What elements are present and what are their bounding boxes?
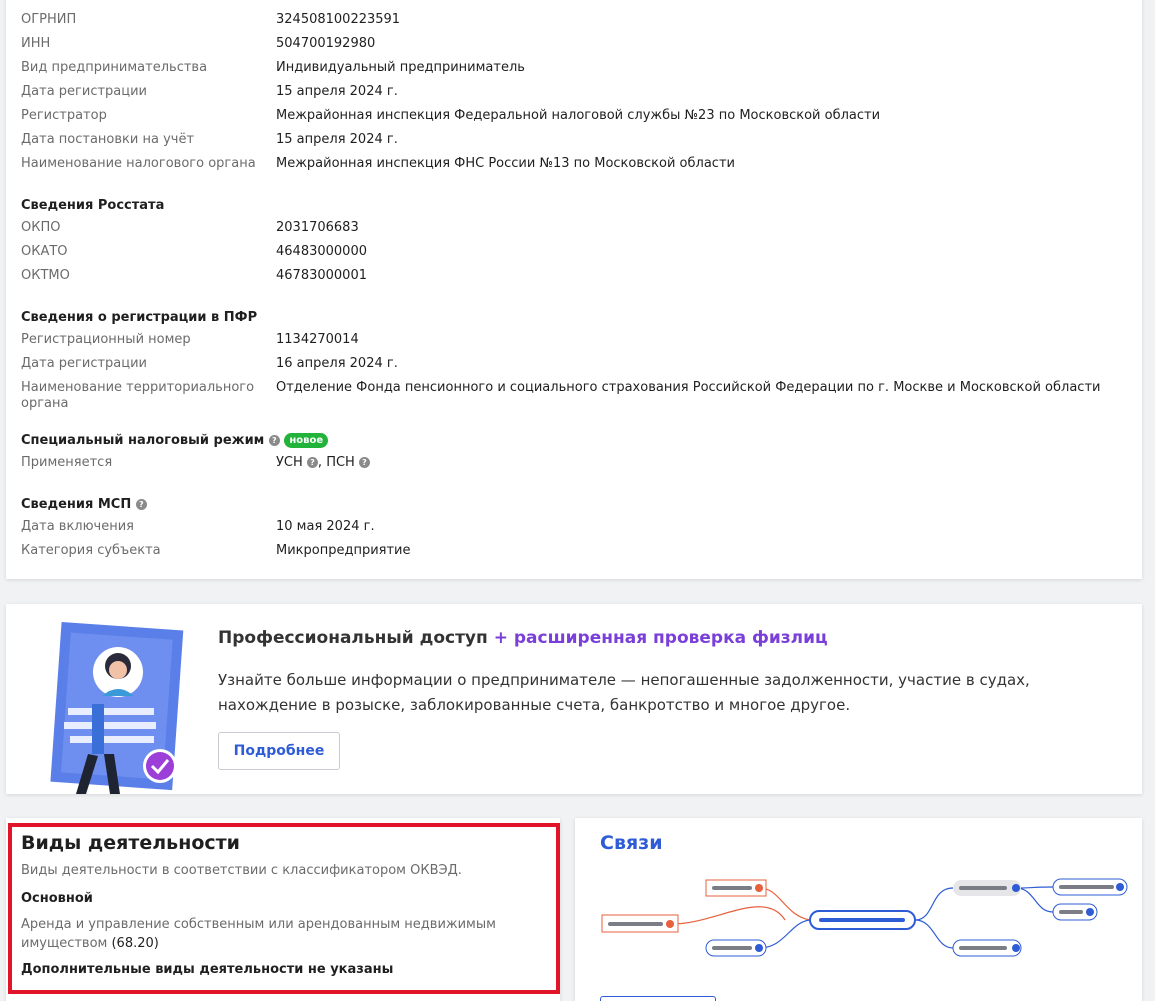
field-label: ОКАТО (21, 244, 68, 259)
field-label: Регистрационный номер (21, 332, 191, 347)
links-card: Связи (575, 818, 1142, 1001)
msp-title: Сведения МСП (21, 497, 132, 512)
field-value: 1134270014 (276, 332, 359, 347)
tax-regime-header: Специальный налоговый режим ? новое (21, 433, 329, 449)
field-label: ОГРНИП (21, 12, 77, 27)
regime-separator: , (317, 455, 323, 470)
msp-header: Сведения МСП ? (21, 497, 147, 513)
field-value: 2031706683 (276, 220, 359, 235)
field-value: 10 мая 2024 г. (276, 519, 375, 534)
links-graph-diagram[interactable] (575, 818, 1142, 1001)
field-value: Индивидуальный предприниматель (276, 60, 525, 75)
field-value: 324508100223591 (276, 12, 401, 27)
field-label: Категория субъекта (21, 543, 161, 558)
main-activity-code: (68.20) (111, 936, 159, 951)
field-label: Наименование налогового органа (21, 156, 256, 171)
promo-description: Узнайте больше информации о предпринимат… (218, 671, 1030, 714)
help-icon[interactable]: ? (306, 457, 318, 468)
person-document-illustration (50, 622, 184, 794)
main-activity-heading: Основной (21, 891, 93, 906)
field-value: Межрайонная инспекция ФНС России №13 по … (276, 156, 735, 171)
field-label: Дата постановки на учёт (21, 132, 195, 147)
field-label: Регистратор (21, 108, 107, 123)
field-label: ОКПО (21, 220, 61, 235)
activities-subtitle: Виды деятельности в соответствии с класс… (21, 863, 462, 878)
field-value: 504700192980 (276, 36, 376, 51)
rosstat-title: Сведения Росстата (21, 198, 165, 213)
promo-title: Профессиональный доступ + расширенная пр… (218, 628, 828, 648)
field-value: 15 апреля 2024 г. (276, 84, 398, 99)
promo-title-accent: + расширенная проверка физлиц (493, 628, 828, 648)
field-value: Межрайонная инспекция Федеральной налого… (276, 108, 881, 123)
regime-usn: УСН (276, 455, 303, 470)
activities-card: Виды деятельности Виды деятельности в со… (6, 818, 560, 1001)
field-label: ОКТМО (21, 268, 70, 283)
field-label: Дата регистрации (21, 84, 148, 99)
extra-activities: Дополнительные виды деятельности не указ… (21, 962, 394, 977)
field-value: 16 апреля 2024 г. (276, 356, 398, 371)
help-icon[interactable]: ? (358, 457, 370, 468)
field-value: 46783000001 (276, 268, 367, 283)
promo-title-main: Профессиональный доступ (218, 628, 488, 648)
help-icon[interactable]: ? (135, 499, 147, 510)
field-label: Наименование территориального органа (21, 380, 255, 411)
new-badge: новое (284, 433, 329, 448)
field-value: 46483000000 (276, 244, 367, 259)
field-value: Отделение Фонда пенсионного и социальног… (276, 380, 1101, 395)
links-more-button[interactable] (600, 996, 716, 1001)
field-value: 15 апреля 2024 г. (276, 132, 398, 147)
main-activity-text: Аренда и управление собственным или арен… (21, 917, 496, 951)
field-label: Дата включения (21, 519, 135, 534)
field-value: УСН ?, ПСН ? (276, 455, 370, 471)
tax-regime-title: Специальный налоговый режим (21, 433, 265, 448)
activities-title: Виды деятельности (21, 832, 240, 854)
field-label: Дата регистрации (21, 356, 148, 371)
more-button[interactable]: Подробнее (218, 732, 340, 770)
field-value: Микропредприятие (276, 543, 411, 558)
field-label: Вид предпринимательства (21, 60, 208, 75)
requisites-card: ОГРНИП 324508100223591 ИНН 504700192980 … (6, 0, 1142, 579)
promo-card: Профессиональный доступ + расширенная пр… (6, 604, 1142, 794)
help-icon[interactable]: ? (268, 435, 280, 446)
main-activity: Аренда и управление собственным или арен… (21, 915, 521, 953)
pfr-title: Сведения о регистрации в ПФР (21, 310, 258, 325)
field-label: ИНН (21, 36, 51, 51)
field-label: Применяется (21, 455, 113, 470)
regime-psn: ПСН (326, 455, 355, 470)
